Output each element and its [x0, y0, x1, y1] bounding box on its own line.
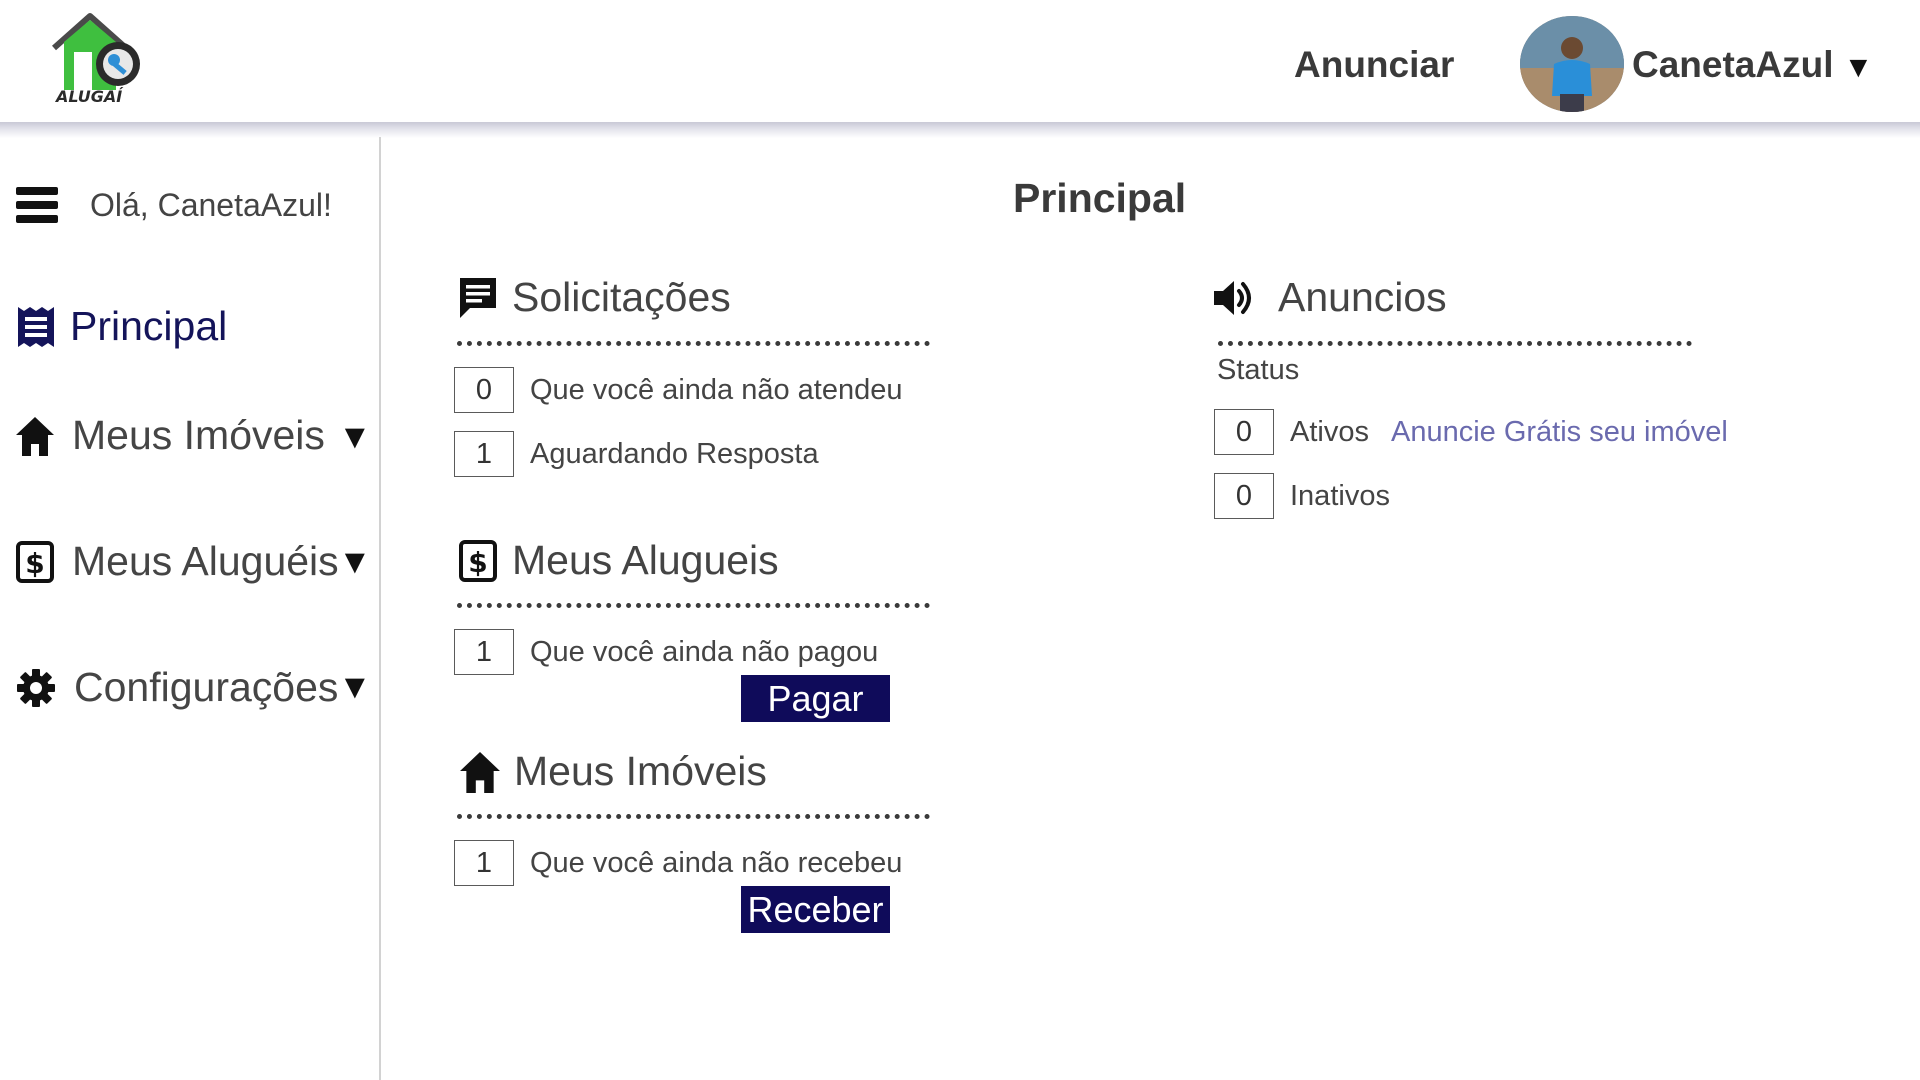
sidebar-item-principal[interactable]: Principal	[16, 303, 227, 350]
properties-divider	[457, 814, 930, 819]
speaker-icon	[1212, 276, 1256, 320]
count-label: Aguardando Resposta	[530, 437, 819, 470]
sidebar-item-configuracoes[interactable]: Configurações	[16, 664, 338, 711]
sidebar-item-meus-imoveis[interactable]: Meus Imóveis	[16, 412, 325, 459]
gear-icon	[16, 668, 56, 708]
requests-row-unattended: 0 Que você ainda não atendeu	[454, 367, 902, 413]
user-name: CanetaAzul	[1632, 44, 1834, 85]
message-icon	[458, 276, 498, 320]
dollar-box-icon: $	[458, 539, 498, 583]
properties-row-unreceived: 1 Que você ainda não recebeu	[454, 840, 902, 886]
rentals-section-header: $ Meus Alugueis	[458, 537, 779, 584]
sidebar-divider	[379, 137, 381, 1080]
rentals-divider	[457, 603, 930, 608]
advertise-link[interactable]: Anunciar	[1294, 44, 1454, 86]
page-title: Principal	[1013, 175, 1187, 221]
count-box: 1	[454, 840, 514, 886]
count-box: 1	[454, 629, 514, 675]
home-icon	[16, 416, 54, 456]
sidebar-item-label: Principal	[70, 303, 228, 349]
requests-divider	[457, 341, 930, 346]
chevron-down-icon[interactable]: ▼	[338, 668, 372, 707]
ads-section-header: Anuncios	[1212, 274, 1447, 321]
chevron-down-icon[interactable]: ▼	[338, 418, 372, 457]
properties-title: Meus Imóveis	[514, 748, 767, 794]
ads-status-label: Status	[1217, 354, 1300, 386]
svg-text:$: $	[468, 546, 487, 579]
count-box: 0	[1214, 473, 1274, 519]
home-icon	[460, 751, 500, 793]
header-shadow	[0, 122, 1920, 138]
ads-row-active: 0 Ativos Anuncie Grátis seu imóvel	[1214, 409, 1728, 455]
requests-row-awaiting: 1 Aguardando Resposta	[454, 431, 819, 477]
ads-title: Anuncios	[1278, 274, 1447, 320]
requests-title: Solicitações	[512, 274, 731, 320]
chevron-down-icon: ▼	[1843, 51, 1874, 84]
receive-button[interactable]: Receber	[741, 886, 890, 933]
sidebar-item-label: Meus Aluguéis	[72, 538, 339, 584]
dollar-box-icon: $	[16, 540, 54, 583]
chevron-down-icon[interactable]: ▼	[338, 543, 372, 582]
sidebar-item-meus-alugueis[interactable]: $ Meus Aluguéis	[16, 538, 339, 585]
requests-section-header: Solicitações	[458, 274, 731, 321]
sidebar-greeting-row: Olá, CanetaAzul!	[16, 182, 332, 228]
count-label: Que você ainda não recebeu	[530, 846, 903, 879]
user-avatar[interactable]	[1520, 16, 1624, 112]
top-header: ALUGAÍ Anunciar CanetaAzul ▼	[0, 0, 1920, 124]
aluga-logo[interactable]: ALUGAÍ	[50, 12, 154, 106]
count-label: Ativos	[1290, 415, 1369, 448]
pay-button[interactable]: Pagar	[741, 675, 890, 722]
count-box: 0	[1214, 409, 1274, 455]
ads-row-inactive: 0 Inativos	[1214, 473, 1390, 519]
properties-section-header: Meus Imóveis	[460, 748, 767, 795]
free-ad-link[interactable]: Anuncie Grátis seu imóvel	[1391, 416, 1728, 449]
logo-wordmark: ALUGAÍ	[54, 87, 124, 106]
count-label: Que você ainda não atendeu	[530, 373, 903, 406]
count-box: 1	[454, 431, 514, 477]
count-box: 0	[454, 367, 514, 413]
receipt-icon	[16, 305, 56, 349]
user-menu-toggle[interactable]: CanetaAzul ▼	[1632, 44, 1873, 86]
sidebar-item-label: Meus Imóveis	[72, 412, 325, 458]
ads-divider	[1218, 341, 1692, 346]
svg-text:$: $	[25, 547, 44, 580]
sidebar-item-label: Configurações	[74, 664, 339, 710]
count-label: Que você ainda não pagou	[530, 635, 879, 668]
greeting-text: Olá, CanetaAzul!	[90, 186, 332, 223]
rentals-title: Meus Alugueis	[512, 537, 779, 583]
count-label: Inativos	[1290, 479, 1390, 512]
menu-icon[interactable]	[16, 185, 58, 225]
rentals-row-unpaid: 1 Que você ainda não pagou	[454, 629, 878, 675]
